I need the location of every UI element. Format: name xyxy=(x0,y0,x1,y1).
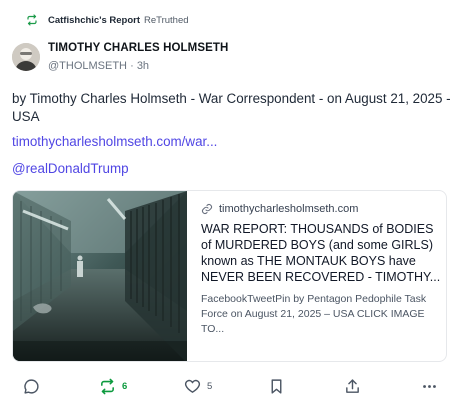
retruth-count: 6 xyxy=(122,381,128,392)
bookmark-button[interactable] xyxy=(268,378,285,395)
post-time[interactable]: 3h xyxy=(137,60,149,72)
link-icon xyxy=(201,203,213,215)
preview-image[interactable] xyxy=(13,191,187,361)
retruth-button[interactable]: 6 xyxy=(99,378,127,395)
more-button[interactable] xyxy=(421,378,438,395)
share-icon xyxy=(344,378,361,395)
author-name[interactable]: TIMOTHY CHARLES HOLMSETH xyxy=(48,42,228,54)
retruth-icon xyxy=(99,378,116,395)
like-button[interactable]: 5 xyxy=(184,378,212,395)
card-domain-row: timothycharlesholmseth.com xyxy=(201,203,441,215)
meta-separator: · xyxy=(130,60,134,72)
heart-icon xyxy=(184,378,201,395)
retruth-banner: Catfishchic's Report ReTruthed xyxy=(26,12,189,28)
like-count: 5 xyxy=(207,381,213,392)
retruth-account[interactable]: Catfishchic's Report xyxy=(48,15,140,26)
card-description: FacebookTweetPin by Pentagon Pedophile T… xyxy=(201,293,427,335)
author-handle[interactable]: @THOLMSETH xyxy=(48,60,127,72)
post-link[interactable]: timothycharlesholmseth.com/war... xyxy=(12,134,217,149)
retruth-label: ReTruthed xyxy=(144,14,189,26)
post-text: by Timothy Charles Holmseth - War Corres… xyxy=(12,91,451,124)
reply-icon xyxy=(23,378,40,395)
author-meta: @THOLMSETH · 3h xyxy=(48,60,228,72)
card-title[interactable]: WAR REPORT: THOUSANDS of BODIES of MURDE… xyxy=(201,221,441,285)
card-info: timothycharlesholmseth.com WAR REPORT: T… xyxy=(201,203,441,337)
mention-link[interactable]: @realDonaldTrump xyxy=(12,161,129,176)
reply-button[interactable] xyxy=(23,378,40,395)
retruth-icon xyxy=(26,14,38,26)
share-button[interactable] xyxy=(344,378,361,395)
link-preview-card[interactable]: timothycharlesholmseth.com WAR REPORT: T… xyxy=(12,190,447,362)
bookmark-icon xyxy=(268,378,285,395)
action-bar: 6 5 xyxy=(0,374,458,400)
author-block: TIMOTHY CHARLES HOLMSETH @THOLMSETH · 3h xyxy=(48,42,228,72)
avatar[interactable] xyxy=(12,43,40,71)
card-domain[interactable]: timothycharlesholmseth.com xyxy=(219,203,358,215)
more-icon xyxy=(421,378,438,395)
